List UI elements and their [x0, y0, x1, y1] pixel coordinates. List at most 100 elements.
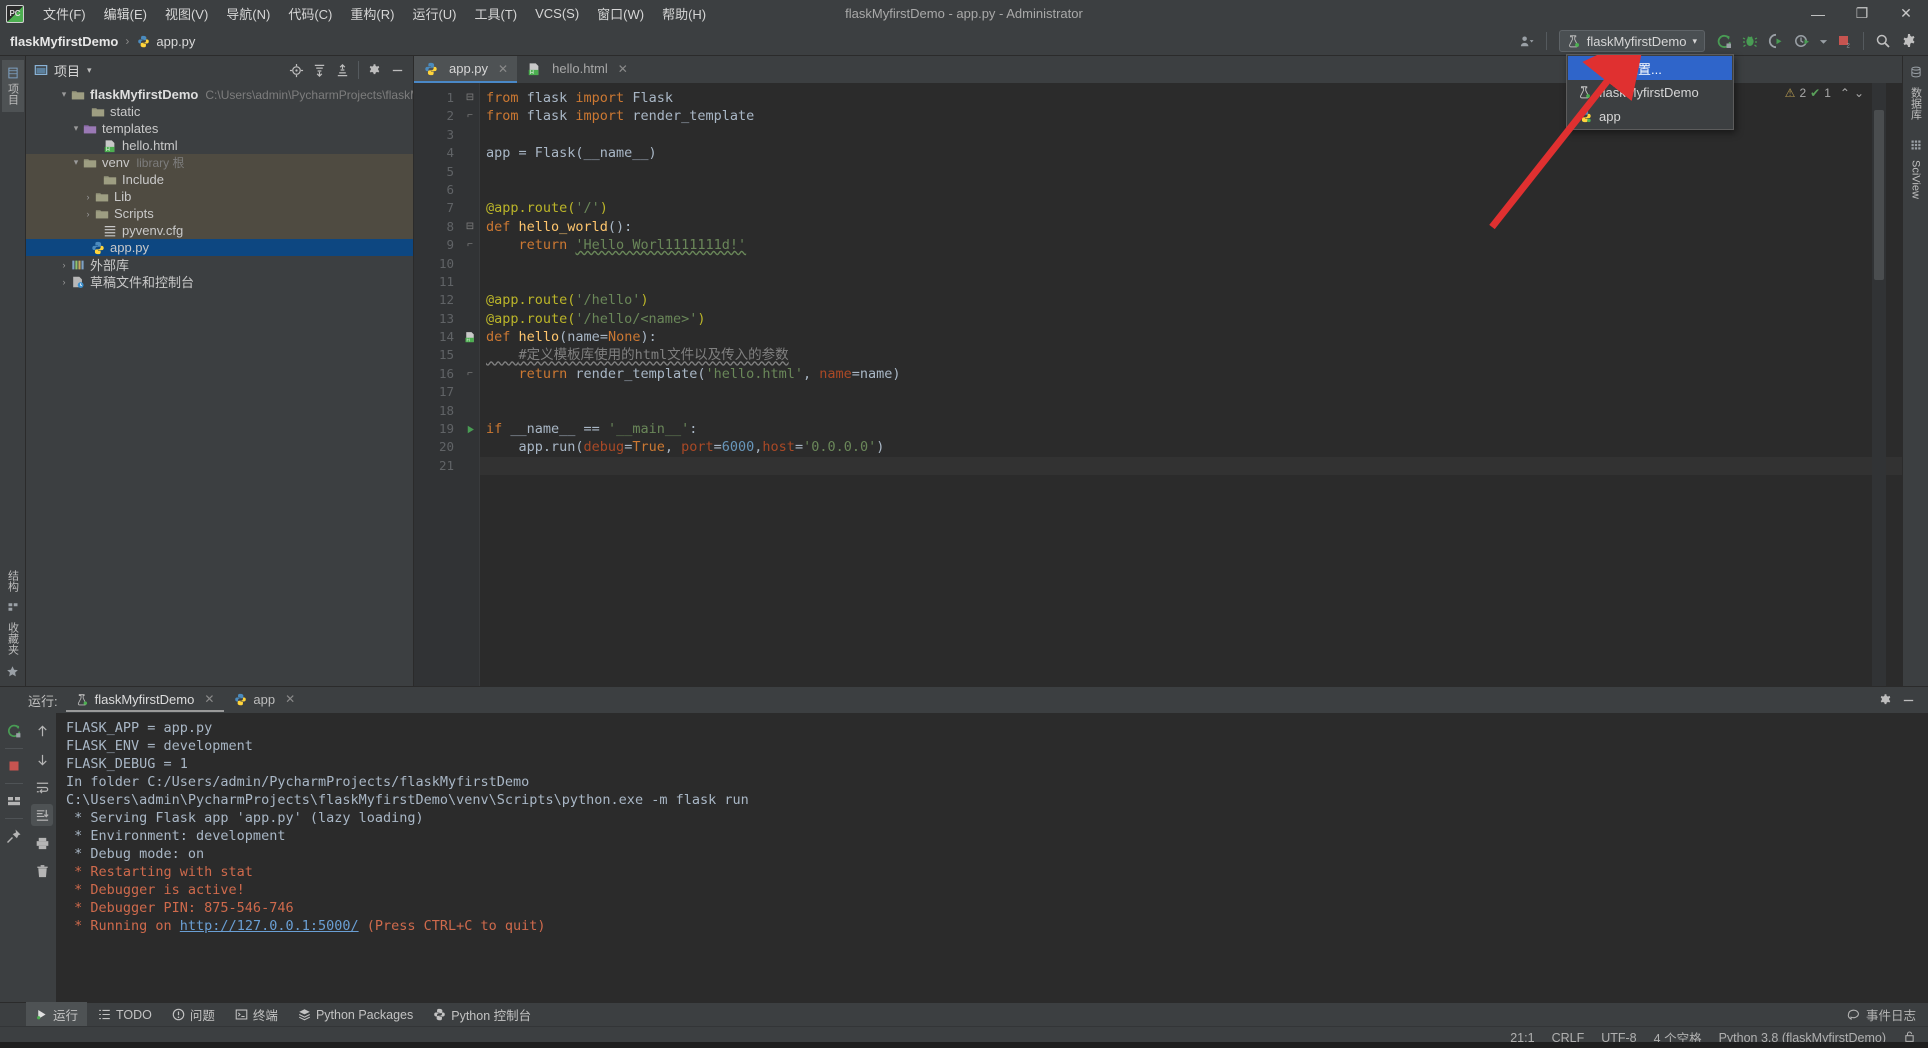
chevron-right-icon[interactable]: ›	[82, 208, 94, 220]
menu-window[interactable]: 窗口(W)	[588, 1, 653, 26]
breadcrumb-project[interactable]: flaskMyfirstDemo	[10, 34, 118, 49]
chevron-right-icon[interactable]: ›	[82, 191, 94, 203]
tree-node-static[interactable]: static	[26, 103, 413, 120]
tree-node-hello-html[interactable]: H hello.html	[26, 137, 413, 154]
editor-tab-app-py[interactable]: app.py ✕	[414, 56, 518, 83]
tree-node-scratches[interactable]: › 草稿文件和控制台	[26, 273, 413, 290]
menu-navigate[interactable]: 导航(N)	[217, 1, 279, 26]
tree-node-templates[interactable]: ▾ templates	[26, 120, 413, 137]
chevron-down-icon[interactable]: ▾	[58, 89, 70, 101]
code-line[interactable]: app = Flask(__name__)	[480, 144, 1902, 162]
code-line[interactable]	[480, 273, 1902, 291]
code-line[interactable]: @app.route('/hello/<name>')	[480, 310, 1902, 328]
tree-node-pyvenv-cfg[interactable]: pyvenv.cfg	[26, 222, 413, 239]
hide-panel-icon[interactable]	[387, 60, 408, 81]
event-log-button[interactable]: 事件日志	[1847, 1005, 1928, 1024]
soft-wrap-icon[interactable]	[31, 776, 53, 798]
run-tab-flaskmyfirstdemo[interactable]: flaskMyfirstDemo ✕	[65, 689, 225, 712]
up-icon[interactable]	[31, 720, 53, 742]
toolwindow-python-console[interactable]: Python 控制台	[424, 1002, 540, 1027]
menu-view[interactable]: 视图(V)	[156, 1, 217, 26]
profiler-icon[interactable]	[1791, 30, 1813, 52]
code-line[interactable]: return render_template('hello.html', nam…	[480, 365, 1902, 383]
debug-icon[interactable]	[1739, 30, 1761, 52]
settings-icon[interactable]	[364, 60, 385, 81]
trash-icon[interactable]	[31, 860, 53, 882]
stop-icon[interactable]: 2	[1833, 30, 1855, 52]
menu-refactor[interactable]: 重构(R)	[341, 1, 403, 26]
breadcrumb-file[interactable]: app.py	[136, 34, 195, 49]
chevron-down-icon[interactable]: ▾	[87, 65, 92, 76]
chevron-right-icon[interactable]: ›	[58, 276, 70, 288]
tree-node-flaskmyfirstdemo[interactable]: ▾ flaskMyfirstDemo C:\Users\admin\Pychar…	[26, 86, 413, 103]
settings-icon[interactable]	[1898, 30, 1920, 52]
rail-button-database[interactable]: 数据库	[1905, 80, 1927, 127]
run-tab-app[interactable]: app ✕	[224, 689, 305, 712]
tree-node-scripts[interactable]: › Scripts	[26, 205, 413, 222]
editor-scrollbar-track[interactable]	[1872, 83, 1886, 686]
rail-button-sciview[interactable]: SciView	[1907, 153, 1925, 206]
code-line[interactable]	[480, 402, 1902, 420]
inspections-widget[interactable]: ⚠ 2 ✔ 1 ⌃ ⌄	[1780, 84, 1868, 102]
next-problem-icon[interactable]: ⌄	[1854, 86, 1864, 100]
toolwindow-run[interactable]: 运行	[26, 1002, 88, 1027]
minimize-button[interactable]: —	[1796, 0, 1840, 27]
tree-node-venv[interactable]: ▾ venv library 根	[26, 154, 413, 171]
rerun-icon[interactable]	[3, 720, 25, 742]
menu-help[interactable]: 帮助(H)	[653, 1, 715, 26]
close-button[interactable]: ✕	[1884, 0, 1928, 27]
minimize-icon[interactable]	[1898, 690, 1919, 711]
run-console-output[interactable]: FLASK_APP = app.py FLASK_ENV = developmen…	[56, 713, 1928, 1002]
search-icon[interactable]	[1872, 30, 1894, 52]
gear-icon[interactable]	[1875, 690, 1896, 711]
code-line[interactable]: #定义模板库使用的html文件以及传入的参数	[480, 346, 1902, 364]
rail-button-structure[interactable]: 结构	[2, 563, 24, 599]
code-line[interactable]	[480, 383, 1902, 401]
close-icon[interactable]: ✕	[498, 62, 508, 76]
chevron-down-icon[interactable]: ▾	[70, 157, 82, 169]
code-line[interactable]: @app.route('/')	[480, 199, 1902, 217]
run-configuration-dropdown[interactable]: 编辑配置... flaskMyfirstDemo app	[1566, 54, 1734, 130]
dropdown-arrow-icon[interactable]	[1817, 30, 1829, 52]
tree-node-external-libraries[interactable]: › 外部库	[26, 256, 413, 273]
code-line[interactable]	[480, 163, 1902, 181]
menu-tools[interactable]: 工具(T)	[465, 1, 526, 26]
profile-icon[interactable]	[1516, 30, 1538, 52]
stop-icon[interactable]	[3, 755, 25, 777]
editor-scrollbar-thumb[interactable]	[1874, 110, 1884, 280]
rail-button-project[interactable]: 项目	[1, 60, 24, 112]
pin-icon[interactable]	[3, 825, 25, 847]
code-line[interactable]: if __name__ == '__main__':	[480, 420, 1902, 438]
menu-edit[interactable]: 编辑(E)	[95, 1, 156, 26]
toolwindow-python-packages[interactable]: Python Packages	[289, 1005, 422, 1025]
close-icon[interactable]: ✕	[204, 692, 214, 706]
run-gutter-icon[interactable]	[461, 420, 479, 438]
down-icon[interactable]	[31, 748, 53, 770]
collapse-all-icon[interactable]	[332, 60, 353, 81]
code-line[interactable]	[480, 181, 1902, 199]
html-gutter-icon[interactable]: H	[461, 328, 479, 346]
menu-file[interactable]: 文件(F)	[34, 1, 95, 26]
code-line[interactable]	[480, 255, 1902, 273]
code-line[interactable]: app.run(debug=True, port=6000,host='0.0.…	[480, 438, 1902, 456]
dropdown-item-flaskmyfirstdemo[interactable]: flaskMyfirstDemo	[1568, 80, 1732, 104]
code-line[interactable]: @app.route('/hello')	[480, 291, 1902, 309]
menu-code[interactable]: 代码(C)	[279, 1, 341, 26]
chevron-right-icon[interactable]: ›	[58, 259, 70, 271]
run-configuration-selector[interactable]: flaskMyfirstDemo ▾	[1558, 30, 1705, 52]
editor-tab-hello-html[interactable]: H hello.html ✕	[517, 56, 637, 83]
close-icon[interactable]: ✕	[618, 62, 628, 76]
code-line[interactable]: def hello_world():	[480, 218, 1902, 236]
code-content[interactable]: from flask import Flask from flask import…	[479, 83, 1902, 686]
rail-button-favorites[interactable]: 收藏夹	[2, 615, 24, 662]
dropdown-item-edit-configurations[interactable]: 编辑配置...	[1568, 56, 1732, 80]
toolwindow-todo[interactable]: TODO	[89, 1005, 161, 1025]
chevron-down-icon[interactable]: ▾	[70, 123, 82, 135]
toolwindow-terminal[interactable]: 终端	[226, 1002, 287, 1027]
menu-run[interactable]: 运行(U)	[403, 1, 465, 26]
menu-vcs[interactable]: VCS(S)	[526, 3, 588, 24]
layout-icon[interactable]	[3, 790, 25, 812]
coverage-icon[interactable]	[1765, 30, 1787, 52]
tree-node-app-py[interactable]: app.py	[26, 239, 413, 256]
expand-all-icon[interactable]	[309, 60, 330, 81]
